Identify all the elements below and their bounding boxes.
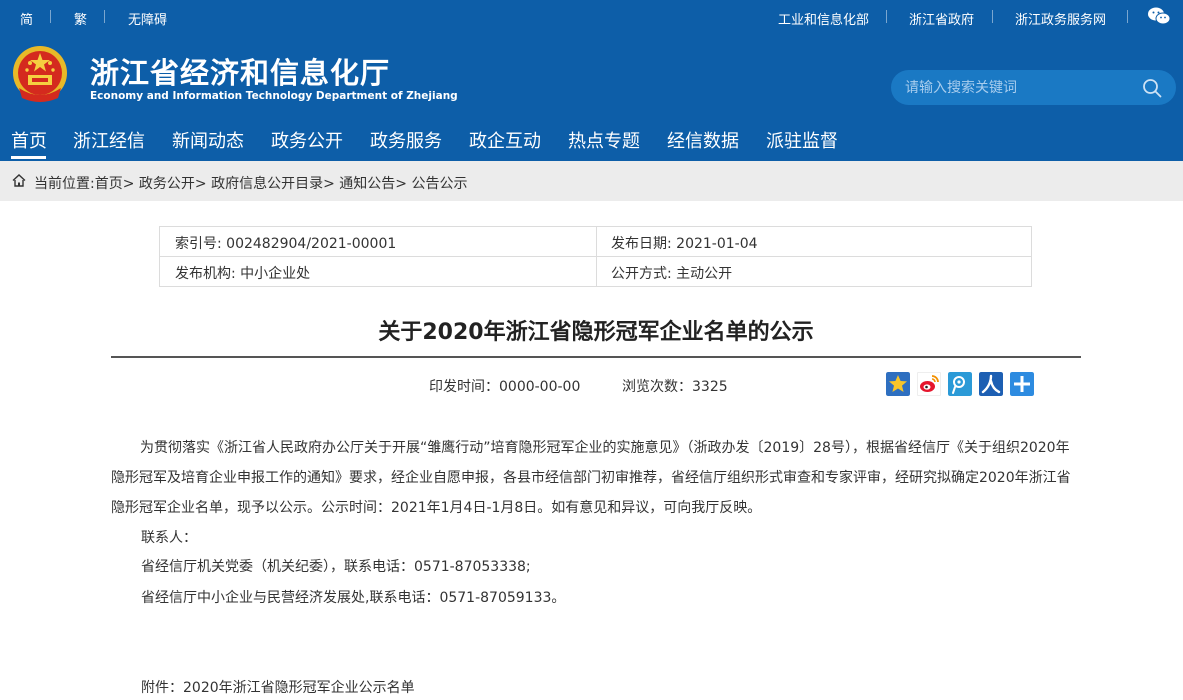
favorite-icon[interactable] — [886, 372, 910, 396]
breadcrumb-catalog[interactable]: 政府信息公开目录 — [211, 176, 323, 192]
meta-index: 索引号: 002482904/2021-00001 — [175, 233, 396, 253]
meta-mode-label: 公开方式: — [611, 266, 672, 282]
breadcrumb-trail: 当前位置:首页> 政务公开> 政府信息公开目录> 通知公告> 公告公示 — [34, 176, 468, 192]
home-icon — [12, 174, 26, 187]
search-box — [891, 70, 1176, 105]
nav-item-supervision[interactable]: 派驻监督 — [766, 127, 838, 153]
contact-label: 联系人： — [141, 530, 197, 546]
article-body: 为贯彻落实《浙江省人民政府办公厅关于开展“雏鹰行动”培育隐形冠军企业的实施意见》… — [111, 433, 1081, 523]
meta-org: 发布机构: 中小企业处 — [175, 263, 310, 283]
traditional-chinese-link[interactable]: 繁 — [74, 9, 87, 28]
top-bar: 简 繁 无障碍 工业和信息化部 浙江省政府 浙江政务服务网 — [0, 0, 1183, 34]
breadcrumb-prefix: 当前位置: — [34, 176, 95, 192]
attachment-link[interactable]: 附件：2020年浙江省隐形冠军企业公示名单 — [141, 677, 415, 697]
meta-index-value: 002482904/2021-00001 — [226, 236, 397, 252]
miit-link[interactable]: 工业和信息化部 — [778, 9, 869, 28]
divider — [886, 10, 887, 23]
breadcrumb: 当前位置:首页> 政务公开> 政府信息公开目录> 通知公告> 公告公示 — [0, 161, 1183, 201]
meta-date-value: 2021-01-04 — [676, 236, 758, 252]
document-meta-table: 索引号: 002482904/2021-00001 发布日期: 2021-01-… — [159, 226, 1032, 287]
weibo-icon[interactable] — [917, 372, 941, 396]
breadcrumb-gov-affairs-open[interactable]: 政务公开 — [139, 176, 195, 192]
divider — [104, 10, 105, 23]
contact-line: 省经信厅中小企业与民营经济发展处,联系电话：0571-87059133。 — [141, 590, 566, 606]
accessibility-link[interactable]: 无障碍 — [128, 9, 167, 28]
nav-item-hot-topics[interactable]: 热点专题 — [568, 127, 640, 153]
article-paragraph: 为贯彻落实《浙江省人民政府办公厅关于开展“雏鹰行动”培育隐形冠军企业的实施意见》… — [111, 440, 1071, 516]
divider — [596, 227, 597, 286]
zj-service-link[interactable]: 浙江政务服务网 — [1015, 9, 1106, 28]
meta-mode-value: 主动公开 — [676, 266, 733, 282]
meta-date: 发布日期: 2021-01-04 — [611, 233, 758, 253]
nav-item-gov-services[interactable]: 政务服务 — [370, 127, 442, 153]
nav-item-news[interactable]: 新闻动态 — [172, 127, 244, 153]
site-title[interactable]: 浙江省经济和信息化厅 — [90, 50, 390, 92]
search-input[interactable] — [905, 78, 1135, 98]
nav-active-indicator — [11, 156, 46, 159]
breadcrumb-home[interactable]: 首页 — [95, 176, 123, 192]
national-emblem-logo[interactable] — [11, 44, 69, 106]
divider — [992, 10, 993, 23]
nav-item-interaction[interactable]: 政企互动 — [469, 127, 541, 153]
view-count: 浏览次数：3325 — [622, 379, 728, 395]
contact-line: 省经信厅机关党委（机关纪委），联系电话：0571-87053338; — [141, 559, 531, 575]
print-time: 印发时间：0000-00-00 — [429, 379, 581, 395]
meta-date-label: 发布日期: — [611, 236, 672, 252]
nav-item-data[interactable]: 经信数据 — [667, 127, 739, 153]
meta-org-label: 发布机构: — [175, 266, 236, 282]
meta-mode: 公开方式: 主动公开 — [611, 263, 732, 283]
simplified-chinese-link[interactable]: 简 — [20, 9, 33, 28]
divider — [50, 10, 51, 23]
title-divider — [111, 356, 1081, 358]
divider — [1127, 10, 1128, 23]
nav-item-gov-affairs-open[interactable]: 政务公开 — [271, 127, 343, 153]
site-header: 简 繁 无障碍 工业和信息化部 浙江省政府 浙江政务服务网 浙江省经济和信息化厅 — [0, 0, 1183, 161]
search-icon[interactable] — [1142, 78, 1162, 98]
meta-org-value: 中小企业处 — [240, 266, 311, 282]
meta-index-label: 索引号: — [175, 236, 222, 252]
article-title: 关于2020年浙江省隐形冠军企业名单的公示 — [378, 320, 814, 345]
nav-item-home[interactable]: 首页 — [11, 127, 47, 153]
wechat-icon[interactable] — [1147, 6, 1171, 26]
renren-icon[interactable] — [979, 372, 1003, 396]
breadcrumb-notices[interactable]: 通知公告 — [339, 176, 395, 192]
more-share-icon[interactable] — [1010, 372, 1034, 396]
breadcrumb-announcements[interactable]: 公告公示 — [411, 176, 467, 192]
tencent-weibo-icon[interactable] — [948, 372, 972, 396]
site-subtitle: Economy and Information Technology Depar… — [90, 90, 458, 102]
zj-gov-link[interactable]: 浙江省政府 — [909, 9, 974, 28]
nav-item-zhejiang-jingxin[interactable]: 浙江经信 — [73, 127, 145, 153]
